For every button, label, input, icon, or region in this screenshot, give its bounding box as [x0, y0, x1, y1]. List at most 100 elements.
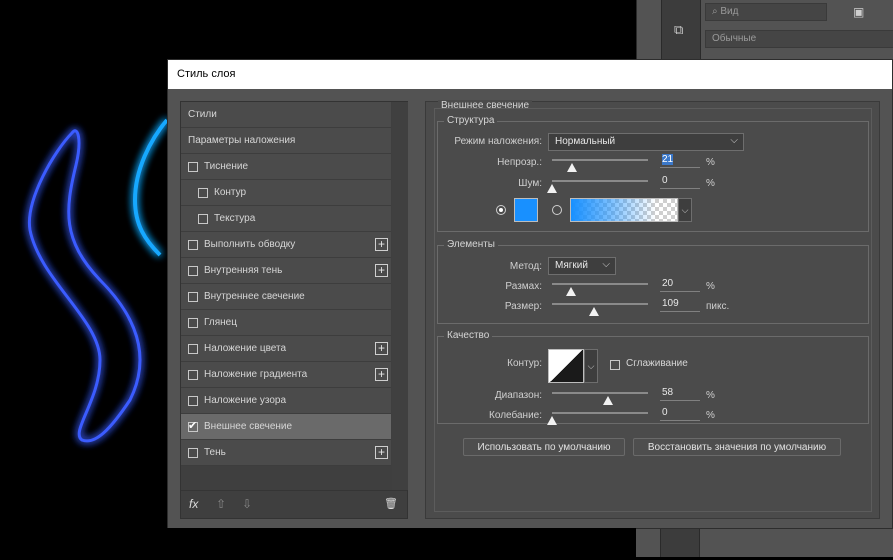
opacity-input[interactable]: 21 [660, 153, 700, 168]
layers-panel: ⧉ ⌕ Вид ▣ Обычные [636, 0, 893, 60]
opacity-slider-thumb[interactable] [567, 163, 578, 172]
jitter-slider[interactable] [552, 412, 648, 414]
reset-default-button[interactable]: Восстановить значения по умолчанию [633, 438, 841, 456]
style-item[interactable]: Наложение цвета + [181, 336, 391, 362]
contour-preview[interactable] [548, 349, 584, 383]
spread-label: Размах: [505, 281, 542, 292]
style-checkbox[interactable] [188, 395, 198, 406]
noise-slider-thumb[interactable] [547, 184, 557, 193]
style-checkbox[interactable] [188, 265, 198, 276]
opacity-slider[interactable] [552, 159, 648, 161]
size-input[interactable]: 109 [660, 297, 700, 312]
blend-mode-dropdown[interactable]: Нормальный ⌵ [548, 133, 744, 151]
style-item-label: Внутреннее свечение [204, 291, 305, 302]
size-slider-thumb[interactable] [589, 307, 600, 316]
style-item-label: Тень [204, 447, 226, 458]
fx-button[interactable]: fx [189, 497, 198, 511]
add-instance-icon[interactable]: + [375, 446, 388, 459]
add-instance-icon[interactable]: + [375, 264, 388, 277]
make-default-button[interactable]: Использовать по умолчанию [463, 438, 625, 456]
contour-dropdown-icon[interactable]: ⌵ [584, 349, 598, 383]
neon-stroke-blue [27, 129, 142, 443]
style-checkbox[interactable] [188, 447, 198, 458]
antialias-label: Сглаживание [626, 358, 688, 369]
gradient-radio[interactable] [552, 205, 562, 215]
image-filter-icon[interactable]: ▣ [853, 5, 864, 19]
layer-filter-select[interactable]: ⌕ Вид [705, 3, 827, 21]
chevron-down-icon: ⌵ [730, 135, 738, 146]
noise-label: Шум: [518, 178, 542, 189]
quality-title: Качество [444, 330, 493, 341]
styles-scrollbar[interactable] [392, 102, 408, 490]
style-item-label: Внешнее свечение [204, 421, 293, 432]
style-checkbox[interactable] [188, 291, 198, 302]
color-radio[interactable] [496, 205, 506, 215]
neon-stroke-cyan [132, 118, 169, 257]
style-checkbox[interactable] [188, 239, 198, 250]
noise-input[interactable]: 0 [660, 174, 700, 189]
spread-slider-thumb[interactable] [566, 287, 577, 296]
glow-color-swatch[interactable] [514, 198, 538, 222]
style-item[interactable]: Контур [181, 180, 391, 206]
style-item[interactable]: Тиснение [181, 154, 391, 180]
add-instance-icon[interactable]: + [375, 342, 388, 355]
elements-title: Элементы [444, 239, 498, 250]
gradient-dropdown-icon[interactable]: ⌵ [678, 198, 692, 222]
style-checkbox[interactable] [188, 317, 198, 328]
style-item-label: Тиснение [204, 161, 249, 172]
range-slider-thumb[interactable] [602, 396, 613, 405]
style-item-label: Параметры наложения [188, 135, 296, 146]
style-item[interactable]: Внутренняя тень + [181, 258, 391, 284]
range-input[interactable]: 58 [660, 386, 700, 401]
style-item-label: Стили [188, 109, 217, 120]
style-checkbox[interactable] [188, 343, 198, 354]
jitter-slider-thumb[interactable] [547, 416, 557, 425]
range-label: Диапазон: [494, 390, 542, 401]
opacity-label: Непрозр.: [497, 157, 542, 168]
style-item-label: Внутренняя тень [204, 265, 283, 276]
trash-icon[interactable]: 🗑 [384, 497, 398, 510]
layer-style-dialog: Стиль слоя Стили Параметры наложения Тисне… [167, 59, 893, 529]
blend-mode-select[interactable]: Обычные [705, 30, 893, 48]
style-item[interactable]: Внутреннее свечение [181, 284, 391, 310]
move-down-icon[interactable]: ⇩ [242, 497, 252, 511]
jitter-label: Колебание: [489, 410, 542, 421]
style-item[interactable]: Выполнить обводку + [181, 232, 391, 258]
style-item-label: Выполнить обводку [204, 239, 296, 250]
move-up-icon[interactable]: ⇧ [216, 497, 226, 511]
add-instance-icon[interactable]: + [375, 368, 388, 381]
range-slider[interactable] [552, 392, 648, 394]
style-item[interactable]: Стили [181, 102, 391, 128]
style-item[interactable]: Внешнее свечение [181, 414, 391, 440]
style-checkbox[interactable] [198, 187, 208, 198]
method-dropdown[interactable]: Мягкий ⌵ [548, 257, 616, 275]
antialias-checkbox[interactable] [610, 360, 620, 370]
style-item[interactable]: Глянец [181, 310, 391, 336]
outer-glow-panel: Внешнее свечение Структура Режим наложен… [425, 100, 880, 519]
noise-slider[interactable] [552, 180, 648, 182]
size-slider[interactable] [552, 303, 648, 305]
chevron-down-icon: ⌵ [602, 259, 610, 270]
style-checkbox[interactable] [188, 161, 198, 172]
dialog-title: Стиль слоя [168, 60, 892, 89]
style-item[interactable]: Наложение градиента + [181, 362, 391, 388]
style-item[interactable]: Текстура [181, 206, 391, 232]
style-item[interactable]: Тень + [181, 440, 391, 466]
glow-gradient-swatch[interactable] [570, 198, 678, 222]
spread-input[interactable]: 20 [660, 277, 700, 292]
style-checkbox[interactable] [198, 213, 208, 224]
cube-icon[interactable]: ⧉ [674, 22, 683, 38]
styles-list: Стили Параметры наложения Тиснение Контур Те… [180, 101, 408, 519]
contour-label: Контур: [507, 358, 542, 369]
style-checkbox[interactable] [188, 419, 198, 432]
style-item[interactable]: Параметры наложения [181, 128, 391, 154]
style-item-label: Контур [214, 187, 247, 198]
style-item[interactable]: Наложение узора [181, 388, 391, 414]
jitter-input[interactable]: 0 [660, 406, 700, 421]
style-item-label: Текстура [214, 213, 256, 224]
add-instance-icon[interactable]: + [375, 238, 388, 251]
spread-slider[interactable] [552, 283, 648, 285]
style-checkbox[interactable] [188, 369, 198, 380]
structure-title: Структура [444, 115, 498, 126]
style-item-label: Наложение узора [204, 395, 287, 406]
